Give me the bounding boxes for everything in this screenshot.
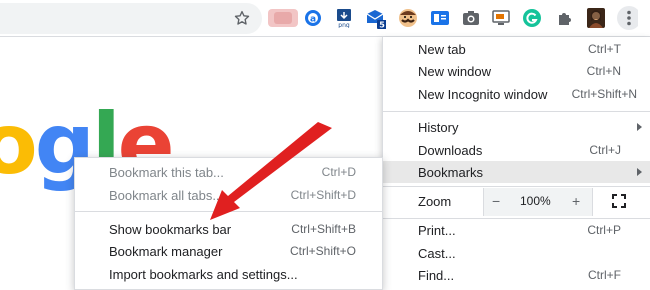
reader-card-icon[interactable] xyxy=(429,7,451,29)
png-download-icon[interactable]: png xyxy=(333,7,355,29)
mail-badge-icon[interactable]: 5 xyxy=(364,7,386,30)
submenu-item-import-bookmarks[interactable]: Import bookmarks and settings... xyxy=(75,263,382,285)
grammarly-icon[interactable] xyxy=(521,7,543,29)
menu-item-shortcut: Ctrl+T xyxy=(588,42,621,56)
submenu-item-label: Import bookmarks and settings... xyxy=(109,266,298,282)
annotation-arrow-icon xyxy=(210,122,332,220)
svg-text:a: a xyxy=(310,15,316,25)
menu-item-label: New window xyxy=(418,63,491,79)
zoom-label: Zoom xyxy=(418,194,452,209)
submenu-item-shortcut: Ctrl+Shift+O xyxy=(289,244,356,258)
submenu-item-bookmark-manager[interactable]: Bookmark manager Ctrl+Shift+O xyxy=(75,240,382,262)
menu-item-shortcut: Ctrl+Shift+N xyxy=(571,87,637,101)
zoom-out-button[interactable]: − xyxy=(492,193,500,209)
omnibox[interactable] xyxy=(0,3,262,34)
fullscreen-icon[interactable] xyxy=(612,194,626,208)
menu-item-label: New Incognito window xyxy=(418,86,548,102)
kebab-menu-icon[interactable] xyxy=(616,6,638,30)
menu-separator xyxy=(383,111,650,112)
menu-item-label: History xyxy=(418,119,459,135)
zoom-row: Zoom − 100% + xyxy=(383,188,650,216)
menu-item-shortcut: Ctrl+P xyxy=(587,223,621,237)
logo-letter: o xyxy=(0,95,38,193)
menu-item-label: Cast... xyxy=(418,245,456,261)
menu-item-history[interactable]: History xyxy=(383,116,650,138)
profile-avatar-icon[interactable] xyxy=(585,7,607,29)
menu-separator xyxy=(383,186,650,187)
blurred-avatar-icon[interactable] xyxy=(268,7,298,29)
menu-item-label: Find... xyxy=(418,267,455,283)
mustache-face-icon[interactable] xyxy=(397,7,419,29)
puzzle-extensions-icon[interactable] xyxy=(554,7,576,29)
menu-item-bookmarks[interactable]: Bookmarks xyxy=(383,161,650,183)
svg-text:5: 5 xyxy=(379,21,385,30)
bookmark-star-icon[interactable] xyxy=(233,9,251,27)
chrome-main-menu: New tab Ctrl+T New window Ctrl+N New Inc… xyxy=(382,37,650,290)
a-circle-icon[interactable]: a xyxy=(302,7,324,29)
menu-item-print[interactable]: Print... Ctrl+P xyxy=(383,219,650,241)
menu-item-find[interactable]: Find... Ctrl+F xyxy=(383,264,650,286)
zoom-level: 100% xyxy=(520,194,551,208)
menu-item-new-window[interactable]: New window Ctrl+N xyxy=(383,60,650,82)
menu-item-new-incognito-window[interactable]: New Incognito window Ctrl+Shift+N xyxy=(383,83,650,105)
menu-item-new-tab[interactable]: New tab Ctrl+T xyxy=(383,38,650,60)
screen-cast-icon[interactable] xyxy=(490,7,512,29)
svg-text:png: png xyxy=(338,22,350,28)
browser-toolbar: a png 5 xyxy=(0,0,650,37)
camera-icon[interactable] xyxy=(460,7,482,29)
menu-item-label: Downloads xyxy=(418,142,483,158)
menu-item-shortcut: Ctrl+N xyxy=(586,64,621,78)
zoom-control: − 100% + xyxy=(483,188,593,216)
menu-item-cast[interactable]: Cast... xyxy=(383,242,650,264)
submenu-arrow-icon xyxy=(637,123,642,131)
menu-item-label: Print... xyxy=(418,222,456,238)
menu-item-label: New tab xyxy=(418,41,466,57)
zoom-in-button[interactable]: + xyxy=(572,193,580,209)
menu-item-shortcut: Ctrl+F xyxy=(588,268,621,282)
menu-item-shortcut: Ctrl+J xyxy=(589,143,621,157)
menu-item-label: Bookmarks xyxy=(418,164,484,180)
submenu-item-label: Bookmark manager xyxy=(109,243,223,259)
menu-item-downloads[interactable]: Downloads Ctrl+J xyxy=(383,139,650,161)
submenu-arrow-icon xyxy=(637,168,642,176)
